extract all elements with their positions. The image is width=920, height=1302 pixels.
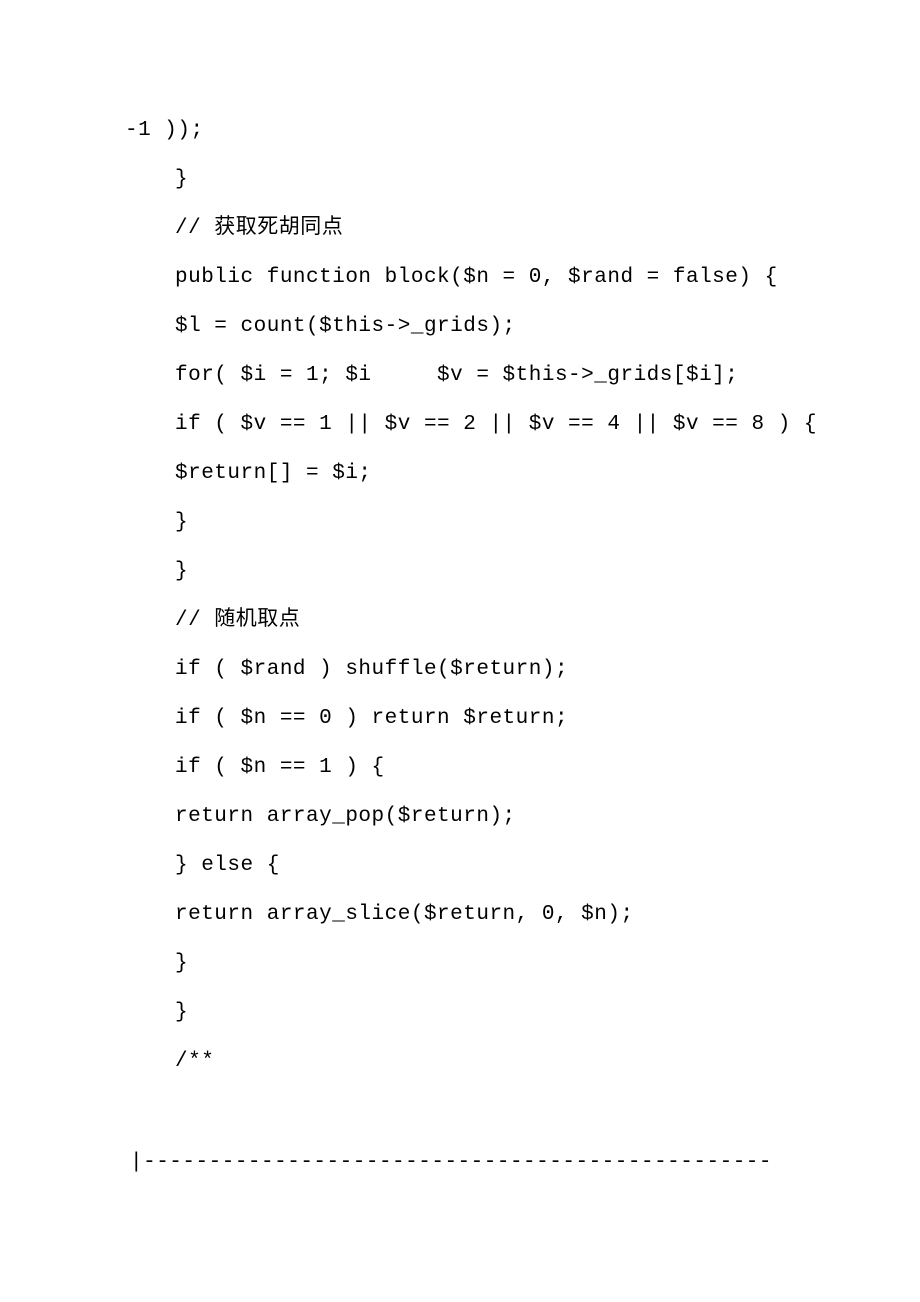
code-line: for( $i = 1; $i $v = $this->_grids[$i];: [125, 365, 860, 386]
code-line: } else {: [125, 855, 860, 876]
code-line: $return[] = $i;: [125, 463, 860, 484]
code-line: return array_pop($return);: [125, 806, 860, 827]
code-line: -1 ));: [125, 120, 860, 141]
code-line: if ( $rand ) shuffle($return);: [125, 659, 860, 680]
horizontal-separator: |---------------------------------------…: [130, 1152, 860, 1173]
code-line: }: [125, 169, 860, 190]
code-line-comment-block: /**: [125, 1051, 860, 1072]
code-line: if ( $n == 1 ) {: [125, 757, 860, 778]
code-line: }: [125, 561, 860, 582]
code-line-comment: // 随机取点: [125, 610, 860, 631]
code-line: if ( $n == 0 ) return $return;: [125, 708, 860, 729]
code-line: public function block($n = 0, $rand = fa…: [125, 267, 860, 288]
code-line: $l = count($this->_grids);: [125, 316, 860, 337]
separator-section: |---------------------------------------…: [125, 1152, 860, 1173]
code-line: }: [125, 512, 860, 533]
code-line: return array_slice($return, 0, $n);: [125, 904, 860, 925]
code-line-comment: // 获取死胡同点: [125, 218, 860, 239]
code-line: if ( $v == 1 || $v == 2 || $v == 4 || $v…: [125, 414, 860, 435]
code-line: }: [125, 953, 860, 974]
code-line: }: [125, 1002, 860, 1023]
